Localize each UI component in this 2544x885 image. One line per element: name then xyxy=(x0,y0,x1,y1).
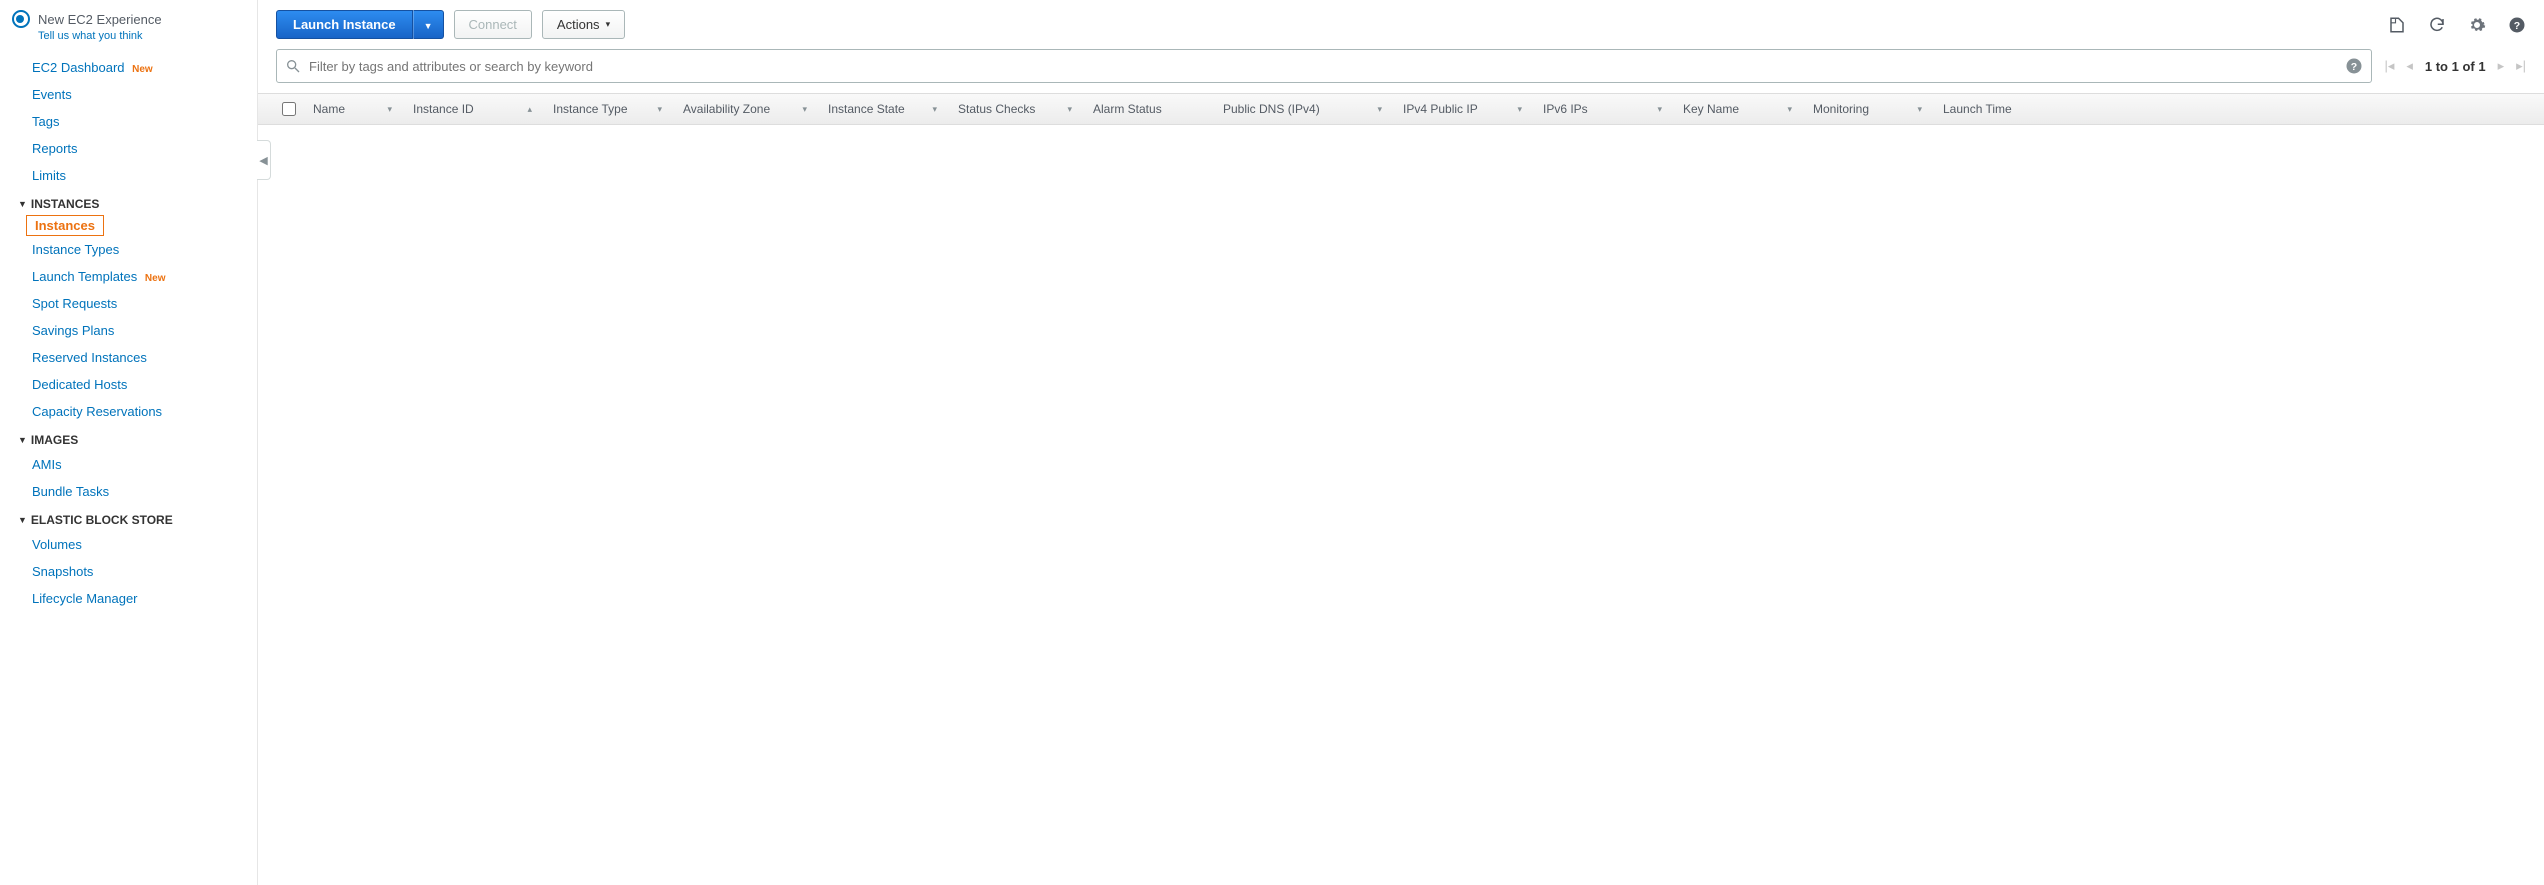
actions-button[interactable]: Actions ▾ xyxy=(542,10,625,39)
search-input-wrap[interactable]: ? xyxy=(276,49,2372,83)
new-badge: New xyxy=(145,273,166,284)
sidebar-item-amis[interactable]: AMIs xyxy=(0,451,257,478)
sidebar-item-label: EC2 Dashboard xyxy=(32,60,125,75)
column-header-status-checks[interactable]: Status Checks▾ xyxy=(948,102,1083,116)
search-icon xyxy=(285,58,301,74)
sidebar-item-volumes[interactable]: Volumes xyxy=(0,531,257,558)
sort-icon: ▾ xyxy=(381,104,392,115)
experience-toggle-switch[interactable] xyxy=(12,10,30,28)
filter-input[interactable] xyxy=(301,51,2341,82)
sidebar-item-spot-requests[interactable]: Spot Requests xyxy=(0,290,257,317)
column-header-key-name[interactable]: Key Name▾ xyxy=(1673,102,1803,116)
experience-toggle-block: New EC2 Experience Tell us what you thin… xyxy=(0,0,257,50)
sort-icon: ▾ xyxy=(1061,104,1072,115)
gear-icon[interactable] xyxy=(2468,16,2486,34)
sidebar-item-label: Launch Templates xyxy=(32,269,137,284)
sidebar-item-capacity-reservations[interactable]: Capacity Reservations xyxy=(0,398,257,425)
sidebar-section-ebs[interactable]: ▼ ELASTIC BLOCK STORE xyxy=(0,505,257,531)
chevron-down-icon: ▾ xyxy=(606,19,611,30)
chevron-down-icon: ▼ xyxy=(18,515,27,525)
sidebar-item-limits[interactable]: Limits xyxy=(0,162,257,189)
cloudshell-icon[interactable] xyxy=(2388,16,2406,34)
actions-label: Actions xyxy=(557,17,600,32)
sidebar-item-tags[interactable]: Tags xyxy=(0,108,257,135)
experience-feedback-link[interactable]: Tell us what you think xyxy=(38,30,245,42)
sidebar-section-images[interactable]: ▼ IMAGES xyxy=(0,425,257,451)
page-first-button[interactable]: |◂ xyxy=(2384,58,2394,74)
connect-button[interactable]: Connect xyxy=(454,10,532,39)
sidebar-item-lifecycle-manager[interactable]: Lifecycle Manager xyxy=(0,585,257,612)
column-header-ipv4-public-ip[interactable]: IPv4 Public IP▾ xyxy=(1393,102,1533,116)
sidebar: New EC2 Experience Tell us what you thin… xyxy=(0,0,258,885)
chevron-down-icon: ▼ xyxy=(424,21,433,31)
filter-bar: ? |◂ ◂ 1 to 1 of 1 ▸ ▸| xyxy=(258,49,2544,93)
select-all-checkbox[interactable] xyxy=(282,102,296,116)
sidebar-item-instance-types[interactable]: Instance Types xyxy=(0,236,257,263)
sort-asc-icon: ▴ xyxy=(521,104,532,115)
refresh-icon[interactable] xyxy=(2428,16,2446,34)
column-header-alarm-status[interactable]: Alarm Status xyxy=(1083,102,1213,116)
sidebar-item-bundle-tasks[interactable]: Bundle Tasks xyxy=(0,478,257,505)
table-body xyxy=(258,125,2544,885)
column-header-instance-id[interactable]: Instance ID▴ xyxy=(403,102,543,116)
new-badge: New xyxy=(132,64,153,75)
sort-icon: ▾ xyxy=(796,104,807,115)
help-icon[interactable]: ? xyxy=(2345,57,2363,75)
sidebar-item-dedicated-hosts[interactable]: Dedicated Hosts xyxy=(0,371,257,398)
sidebar-nav: EC2 Dashboard New Events Tags Reports Li… xyxy=(0,50,257,885)
sidebar-section-instances[interactable]: ▼ INSTANCES xyxy=(0,189,257,215)
sort-icon: ▾ xyxy=(1781,104,1792,115)
launch-instance-button[interactable]: Launch Instance xyxy=(276,10,413,39)
main: Launch Instance ▼ Connect Actions ▾ xyxy=(258,0,2544,885)
sidebar-item-reports[interactable]: Reports xyxy=(0,135,257,162)
sort-icon: ▾ xyxy=(1371,104,1382,115)
chevron-down-icon: ▼ xyxy=(18,435,27,445)
select-all-checkbox-cell xyxy=(276,102,303,116)
sort-icon: ▾ xyxy=(1911,104,1922,115)
chevron-down-icon: ▼ xyxy=(18,199,27,209)
column-header-public-dns[interactable]: Public DNS (IPv4)▾ xyxy=(1213,102,1393,116)
sidebar-item-snapshots[interactable]: Snapshots xyxy=(0,558,257,585)
column-header-ipv6-ips[interactable]: IPv6 IPs▾ xyxy=(1533,102,1673,116)
section-title: IMAGES xyxy=(31,433,78,447)
experience-title: New EC2 Experience xyxy=(38,12,162,27)
help-icon[interactable]: ? xyxy=(2508,16,2526,34)
sort-icon: ▾ xyxy=(651,104,662,115)
column-header-instance-type[interactable]: Instance Type▾ xyxy=(543,102,673,116)
svg-text:?: ? xyxy=(2351,61,2357,73)
section-title: ELASTIC BLOCK STORE xyxy=(31,513,173,527)
sort-icon: ▾ xyxy=(1651,104,1662,115)
section-title: INSTANCES xyxy=(31,197,99,211)
page-range-text: 1 to 1 of 1 xyxy=(2425,59,2486,74)
sidebar-item-savings-plans[interactable]: Savings Plans xyxy=(0,317,257,344)
sidebar-item-launch-templates[interactable]: Launch Templates New xyxy=(0,263,257,290)
sidebar-item-events[interactable]: Events xyxy=(0,81,257,108)
column-header-availability-zone[interactable]: Availability Zone▾ xyxy=(673,102,818,116)
sidebar-collapse-handle[interactable]: ◀ xyxy=(257,140,271,180)
page-prev-button[interactable]: ◂ xyxy=(2406,58,2413,74)
page-last-button[interactable]: ▸| xyxy=(2516,58,2526,74)
column-header-instance-state[interactable]: Instance State▾ xyxy=(818,102,948,116)
svg-text:?: ? xyxy=(2514,19,2520,31)
page-next-button[interactable]: ▸ xyxy=(2498,58,2505,74)
sidebar-item-instances[interactable]: Instances xyxy=(26,215,104,236)
column-header-name[interactable]: Name▾ xyxy=(303,102,403,116)
sidebar-item-ec2-dashboard[interactable]: EC2 Dashboard New xyxy=(0,54,257,81)
sidebar-item-reserved-instances[interactable]: Reserved Instances xyxy=(0,344,257,371)
sort-icon: ▾ xyxy=(1511,104,1522,115)
launch-instance-dropdown[interactable]: ▼ xyxy=(413,10,444,39)
toolbar: Launch Instance ▼ Connect Actions ▾ xyxy=(258,0,2544,49)
sort-icon: ▾ xyxy=(926,104,937,115)
column-header-launch-time[interactable]: Launch Time xyxy=(1933,102,2063,116)
pagination: |◂ ◂ 1 to 1 of 1 ▸ ▸| xyxy=(2384,58,2526,74)
column-header-monitoring[interactable]: Monitoring▾ xyxy=(1803,102,1933,116)
table-header-row: Name▾ Instance ID▴ Instance Type▾ Availa… xyxy=(258,93,2544,125)
